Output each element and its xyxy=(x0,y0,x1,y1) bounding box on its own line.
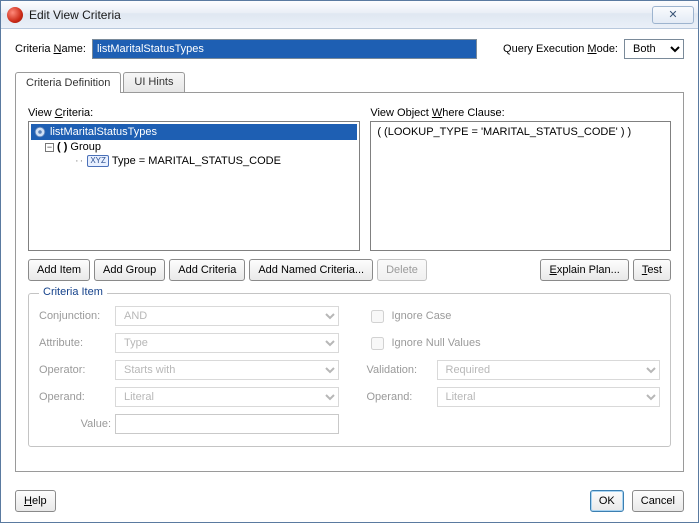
tree-connector-icon: ·· xyxy=(75,155,84,167)
dialog-window: Edit View Criteria ✕ Criteria Name: Quer… xyxy=(0,0,699,523)
top-row: Criteria Name: Query Execution Mode: Bot… xyxy=(15,39,684,59)
criteria-panels-row: View Criteria: listMaritalStatusTypes − … xyxy=(28,107,671,251)
tree-group-label: Group xyxy=(70,141,101,153)
app-icon xyxy=(7,7,23,23)
query-mode-select[interactable]: Both xyxy=(624,39,684,59)
tree-item-label: Type = MARITAL_STATUS_CODE xyxy=(112,155,281,167)
criteria-name-wrapper xyxy=(92,39,477,59)
cancel-button[interactable]: Cancel xyxy=(632,490,684,512)
content-area: Criteria Name: Query Execution Mode: Bot… xyxy=(1,29,698,482)
criteria-button-bar: Add Item Add Group Add Criteria Add Name… xyxy=(28,259,671,281)
operand-select: Literal xyxy=(115,387,339,407)
criteria-item-legend: Criteria Item xyxy=(39,286,107,298)
view-criteria-tree[interactable]: listMaritalStatusTypes − ( ) Group ·· XY… xyxy=(28,121,360,251)
help-button[interactable]: Help xyxy=(15,490,56,512)
tree-root[interactable]: listMaritalStatusTypes xyxy=(31,124,357,140)
tree-group[interactable]: − ( ) Group xyxy=(31,140,357,154)
criteria-item-group: Criteria Item Conjunction: AND Ignore Ca… xyxy=(28,293,671,447)
spacer xyxy=(431,259,537,281)
group-icon: ( ) xyxy=(57,141,67,153)
tabstrip: Criteria Definition UI Hints xyxy=(15,71,684,92)
add-named-criteria-button[interactable]: Add Named Criteria... xyxy=(249,259,373,281)
ignore-null-input xyxy=(371,337,384,350)
query-mode-label: Query Execution Mode: xyxy=(503,43,618,55)
view-criteria-label: View Criteria: xyxy=(28,107,360,119)
criteria-item-form: Conjunction: AND Ignore Case Attribute: … xyxy=(39,306,660,434)
conjunction-select: AND xyxy=(115,306,339,326)
conjunction-label: Conjunction: xyxy=(39,310,115,322)
add-item-button[interactable]: Add Item xyxy=(28,259,90,281)
ok-button[interactable]: OK xyxy=(590,490,624,512)
dialog-footer: Help OK Cancel xyxy=(1,482,698,522)
criteria-icon xyxy=(33,125,47,139)
tab-criteria-definition[interactable]: Criteria Definition xyxy=(15,72,121,93)
ignore-case-input xyxy=(371,310,384,323)
attribute-label: Attribute: xyxy=(39,337,115,349)
view-criteria-column: View Criteria: listMaritalStatusTypes − … xyxy=(28,107,360,251)
delete-button: Delete xyxy=(377,259,427,281)
operator-label: Operator: xyxy=(39,364,115,376)
value-input xyxy=(115,414,339,434)
close-button[interactable]: ✕ xyxy=(652,6,694,24)
attribute-icon: XYZ xyxy=(87,155,109,167)
query-mode-wrapper: Both xyxy=(624,39,684,59)
explain-plan-button[interactable]: Explain Plan... xyxy=(540,259,628,281)
criteria-name-label: Criteria Name: xyxy=(15,43,86,55)
add-group-button[interactable]: Add Group xyxy=(94,259,165,281)
add-criteria-button[interactable]: Add Criteria xyxy=(169,259,245,281)
where-clause-column: View Object Where Clause: ( (LOOKUP_TYPE… xyxy=(370,107,671,251)
collapse-icon[interactable]: − xyxy=(45,143,54,152)
validation-label: Validation: xyxy=(367,364,437,376)
ignore-case-label: Ignore Case xyxy=(392,310,452,322)
where-clause-text: ( (LOOKUP_TYPE = 'MARITAL_STATUS_CODE' )… xyxy=(373,124,668,140)
window-title: Edit View Criteria xyxy=(29,8,652,22)
operand2-label: Operand: xyxy=(367,391,437,403)
where-clause-label: View Object Where Clause: xyxy=(370,107,671,119)
tab-ui-hints[interactable]: UI Hints xyxy=(123,72,184,92)
where-clause-box: ( (LOOKUP_TYPE = 'MARITAL_STATUS_CODE' )… xyxy=(370,121,671,251)
tab-panel-definition: View Criteria: listMaritalStatusTypes − … xyxy=(15,92,684,472)
validation-select: Required xyxy=(437,360,661,380)
criteria-name-input[interactable] xyxy=(92,39,477,59)
value-label: Value: xyxy=(39,418,115,430)
ignore-case-checkbox: Ignore Case xyxy=(367,307,661,326)
titlebar: Edit View Criteria ✕ xyxy=(1,1,698,29)
help-label-rest: elp xyxy=(32,495,47,507)
tree-item[interactable]: ·· XYZ Type = MARITAL_STATUS_CODE xyxy=(31,154,357,168)
attribute-select: Type xyxy=(115,333,339,353)
operand-label: Operand: xyxy=(39,391,115,403)
ignore-null-label: Ignore Null Values xyxy=(392,337,481,349)
close-icon: ✕ xyxy=(668,8,677,21)
ignore-null-checkbox: Ignore Null Values xyxy=(367,334,661,353)
test-button[interactable]: Test xyxy=(633,259,671,281)
operand2-select: Literal xyxy=(437,387,661,407)
operator-select: Starts with xyxy=(115,360,339,380)
tree-root-label: listMaritalStatusTypes xyxy=(50,126,157,138)
